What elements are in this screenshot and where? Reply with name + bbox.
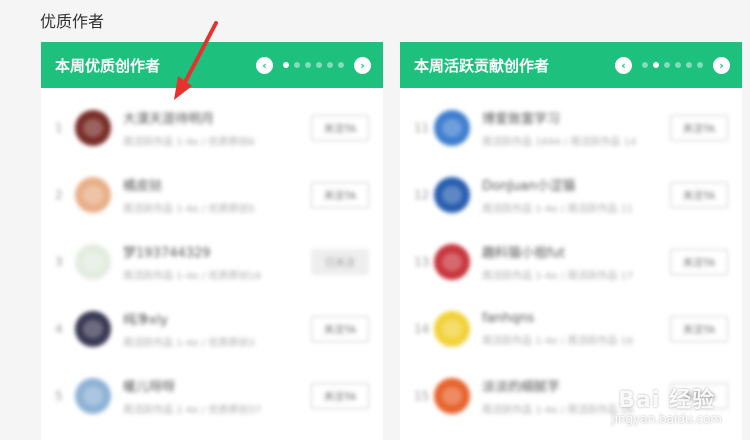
avatar[interactable] xyxy=(434,377,470,414)
creator-name[interactable]: 暖儿呀呀 xyxy=(123,376,311,395)
page-dot[interactable] xyxy=(642,62,648,68)
weekly-active-contributors-panel: 本周活跃贡献创作者 ‹ › 11 博爱致富学习 周活跃作品 1694 / 周活跃… xyxy=(400,42,742,440)
baidu-jingyan-watermark: Bai 经验 jingyan.baidu.com xyxy=(611,382,722,426)
creator-meta: 周活跃作品 1-4e / 周活跃作品 11 xyxy=(482,203,634,215)
follow-button[interactable]: 关注TA xyxy=(670,248,728,275)
creator-row: 11 博爱致富学习 周活跃作品 1694 / 周活跃作品 14 关注TA xyxy=(400,94,742,161)
page-dot[interactable] xyxy=(305,62,311,68)
creator-meta: 周活跃作品 1-4e / 优质原创18 xyxy=(123,270,262,282)
rank: 2 xyxy=(55,187,63,202)
follow-button[interactable]: 关注TA xyxy=(311,382,369,409)
creator-list: 11 博爱致富学习 周活跃作品 1694 / 周活跃作品 14 关注TA 12 … xyxy=(400,88,742,429)
pager: ‹ › xyxy=(256,56,371,74)
avatar[interactable] xyxy=(75,310,111,347)
prev-page-button[interactable]: ‹ xyxy=(256,56,273,74)
creator-row: 12 DonJuan小涩猫 周活跃作品 1-4e / 周活跃作品 11 关注TA xyxy=(400,161,742,228)
creator-name[interactable]: 趣料猫小祖fut xyxy=(482,242,670,261)
rank: 11 xyxy=(414,120,430,135)
creator-name[interactable]: 博爱致富学习 xyxy=(482,108,670,127)
page-dot[interactable] xyxy=(316,62,322,68)
creator-info: fanhqns 周活跃作品 1-4e / 周活跃作品 16 xyxy=(482,311,670,347)
creator-name[interactable]: 橘皮挞 xyxy=(123,175,311,194)
page-dot[interactable] xyxy=(653,62,659,68)
page-dot[interactable] xyxy=(327,62,333,68)
page-dot[interactable] xyxy=(294,62,300,68)
creator-meta: 周活跃作品 1-4e / 优质原创3 xyxy=(123,337,255,349)
creator-info: 纯净xly 周活跃作品 1-4e / 优质原创3 xyxy=(123,309,311,349)
page-dot[interactable] xyxy=(664,62,670,68)
rank: 1 xyxy=(55,120,63,135)
follow-button[interactable]: 已关注 xyxy=(311,248,369,275)
rank: 3 xyxy=(55,254,63,269)
creator-info: 博爱致富学习 周活跃作品 1694 / 周活跃作品 14 xyxy=(482,108,670,148)
avatar[interactable] xyxy=(75,109,111,146)
page-dot[interactable] xyxy=(338,62,344,68)
rank: 5 xyxy=(55,388,63,403)
panel-title: 本周活跃贡献创作者 xyxy=(414,56,550,75)
creator-row: 4 纯净xly 周活跃作品 1-4e / 优质原创3 关注TA xyxy=(41,295,383,362)
panel-title: 本周优质创作者 xyxy=(55,56,161,75)
avatar[interactable] xyxy=(75,176,111,213)
creator-meta: 周活跃作品 1-4e / 周活跃作品 17 xyxy=(482,270,634,282)
creator-info: 梦193744329 周活跃作品 1-4e / 优质原创18 xyxy=(123,242,311,282)
creator-name[interactable]: 梦193744329 xyxy=(123,242,311,261)
creator-meta: 周活跃作品 1694 / 周活跃作品 14 xyxy=(482,136,637,148)
avatar[interactable] xyxy=(434,310,470,347)
avatar[interactable] xyxy=(434,176,470,213)
follow-button[interactable]: 关注TA xyxy=(311,114,369,141)
creator-row: 1 大漠天涯待明月 周活跃作品 1-4e / 优质原创6 关注TA xyxy=(41,94,383,161)
creator-name[interactable]: fanhqns xyxy=(482,311,670,326)
follow-button[interactable]: 关注TA xyxy=(311,315,369,342)
follow-button[interactable]: 关注TA xyxy=(670,114,728,141)
follow-button[interactable]: 关注TA xyxy=(311,181,369,208)
page-dot[interactable] xyxy=(686,62,692,68)
follow-button[interactable]: 关注TA xyxy=(670,315,728,342)
creator-name[interactable]: 纯净xly xyxy=(123,309,311,328)
creator-meta: 周活跃作品 1-4e / 优质原创37 xyxy=(123,404,262,416)
page-dot[interactable] xyxy=(675,62,681,68)
panel-header: 本周活跃贡献创作者 ‹ › xyxy=(400,42,742,88)
creator-info: 橘皮挞 周活跃作品 1-4e / 优质原创5 xyxy=(123,175,311,215)
creator-name[interactable]: 大漠天涯待明月 xyxy=(123,108,311,127)
rank: 13 xyxy=(414,254,430,269)
creator-row: 2 橘皮挞 周活跃作品 1-4e / 优质原创5 关注TA xyxy=(41,161,383,228)
rank: 12 xyxy=(414,187,430,202)
page-dot[interactable] xyxy=(697,62,703,68)
avatar[interactable] xyxy=(434,109,470,146)
creator-meta: 周活跃作品 1-4e / 优质原创6 xyxy=(123,136,255,148)
creator-info: 趣料猫小祖fut 周活跃作品 1-4e / 周活跃作品 17 xyxy=(482,242,670,282)
creator-info: DonJuan小涩猫 周活跃作品 1-4e / 周活跃作品 11 xyxy=(482,175,670,215)
prev-page-button[interactable]: ‹ xyxy=(615,56,632,74)
creator-info: 大漠天涯待明月 周活跃作品 1-4e / 优质原创6 xyxy=(123,108,311,148)
creator-name[interactable]: DonJuan小涩猫 xyxy=(482,175,670,194)
creator-list: 1 大漠天涯待明月 周活跃作品 1-4e / 优质原创6 关注TA 2 橘皮挞 … xyxy=(41,88,383,429)
rank: 4 xyxy=(55,321,63,336)
creator-row: 13 趣料猫小祖fut 周活跃作品 1-4e / 周活跃作品 17 关注TA xyxy=(400,228,742,295)
next-page-button[interactable]: › xyxy=(354,56,371,74)
page-dots xyxy=(642,62,703,68)
next-page-button[interactable]: › xyxy=(713,56,730,74)
avatar[interactable] xyxy=(75,243,111,280)
annotation-arrow-icon xyxy=(174,21,218,100)
page-dot[interactable] xyxy=(283,62,289,68)
section-title: 优质作者 xyxy=(40,12,105,31)
creator-info: 暖儿呀呀 周活跃作品 1-4e / 优质原创37 xyxy=(123,376,311,416)
creator-meta: 周活跃作品 1-4e / 优质原创5 xyxy=(123,203,255,215)
creator-row: 14 fanhqns 周活跃作品 1-4e / 周活跃作品 16 关注TA xyxy=(400,295,742,362)
creator-row: 5 暖儿呀呀 周活跃作品 1-4e / 优质原创37 关注TA xyxy=(41,362,383,429)
pager: ‹ › xyxy=(615,56,730,74)
watermark-sub: jingyan.baidu.com xyxy=(611,412,722,426)
creator-meta: 周活跃作品 1-4e / 周活跃作品 16 xyxy=(482,335,634,347)
avatar[interactable] xyxy=(75,377,111,414)
creator-row: 3 梦193744329 周活跃作品 1-4e / 优质原创18 已关注 xyxy=(41,228,383,295)
page-dots xyxy=(283,62,344,68)
follow-button[interactable]: 关注TA xyxy=(670,181,728,208)
rank: 14 xyxy=(414,321,430,336)
watermark-main: Bai 经验 xyxy=(618,388,716,413)
avatar[interactable] xyxy=(434,243,470,280)
rank: 15 xyxy=(414,388,430,403)
